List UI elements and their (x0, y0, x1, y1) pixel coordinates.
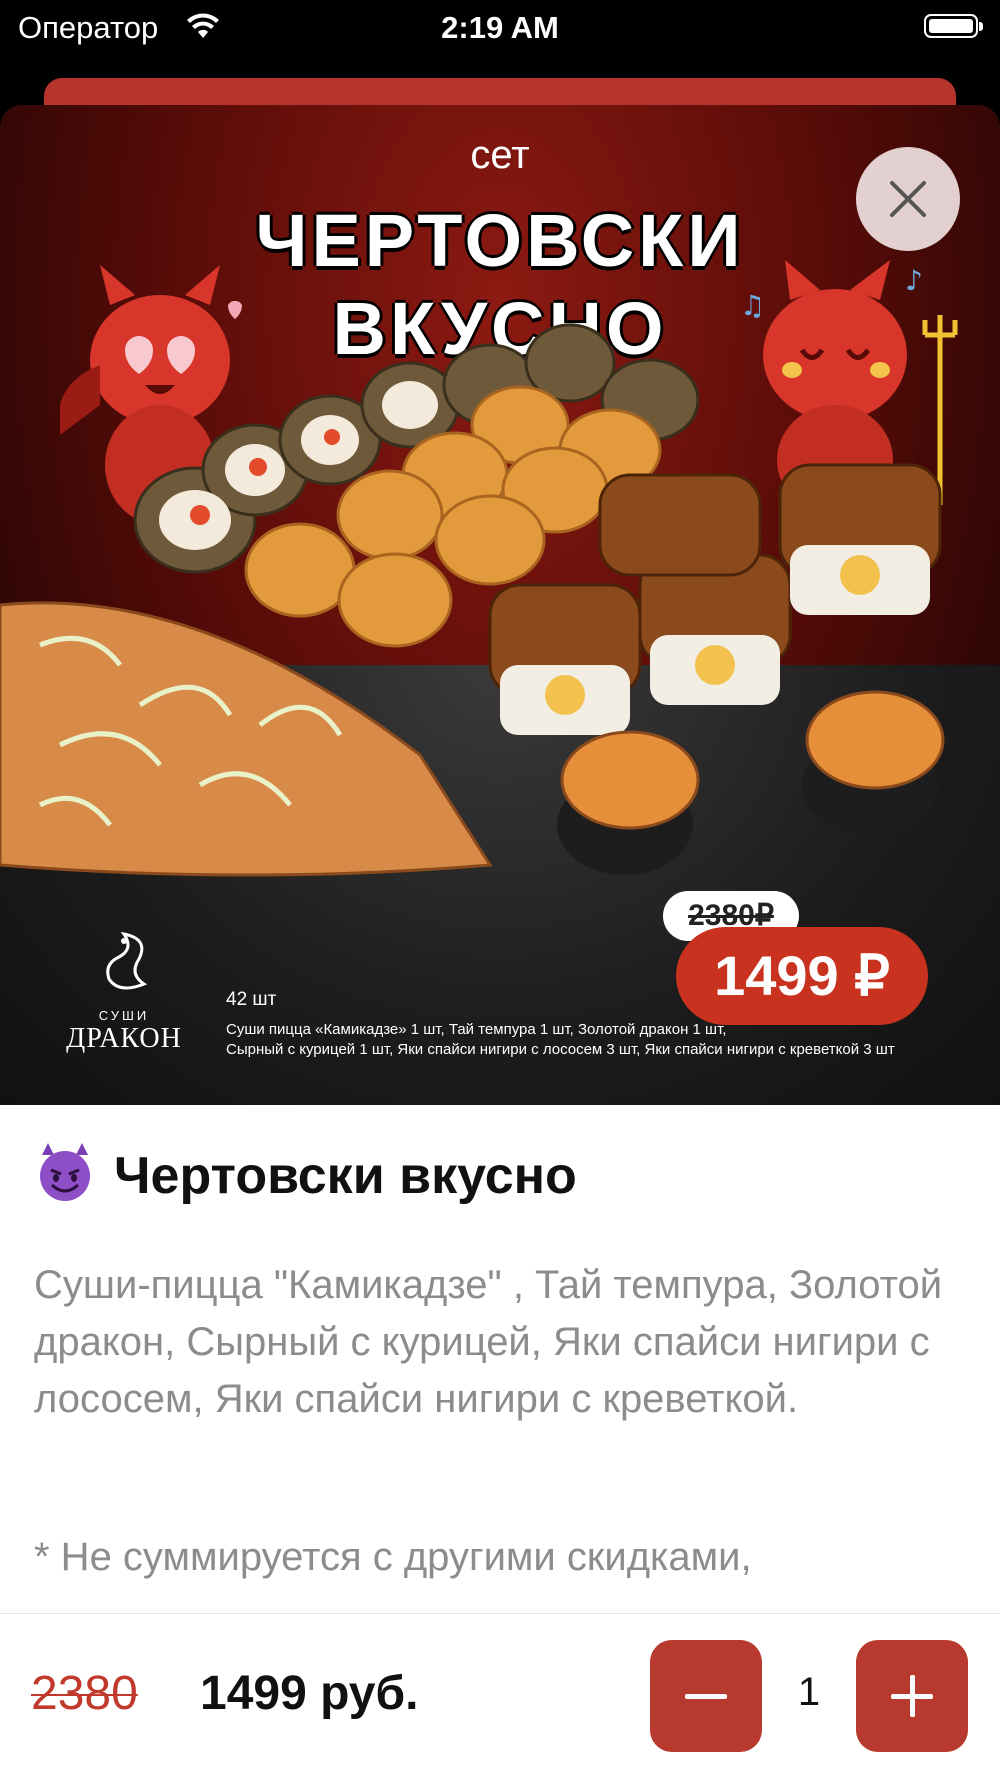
brand-logo: СУШИ ДРАКОН (56, 929, 192, 1055)
product-image: сет Чертовски вкусно ♪ ♫ (0, 105, 1000, 1105)
image-composition: Суши пицца «Камикадзе» 1 шт, Тай темпура… (226, 1020, 946, 1060)
close-icon (890, 181, 926, 217)
brand-small-text: СУШИ (98, 1008, 150, 1023)
product-details: Чертовски вкусно Суши-пицца "Камикадзе" … (0, 1105, 1000, 1614)
image-price-badge: 1499 ₽ (676, 927, 928, 1025)
product-title: Чертовски вкусно (34, 1141, 577, 1206)
status-bar: Оператор 2:19 AM (0, 0, 1000, 56)
product-title-text: Чертовски вкусно (114, 1147, 577, 1205)
product-description: Суши-пицца "Камикадзе" , Тай темпура, Зо… (34, 1263, 943, 1421)
clock: 2:19 AM (441, 10, 559, 45)
close-button[interactable] (856, 147, 960, 251)
smiling-devil-icon (40, 1143, 90, 1201)
pieces-count: 42 шт (226, 989, 277, 1010)
composition-line-1: Суши пицца «Камикадзе» 1 шт, Тай темпура… (226, 1021, 727, 1038)
old-price: 2380 (31, 1667, 138, 1720)
composition-line-2: Сырный с курицей 1 шт, Яки спайси нигири… (226, 1041, 895, 1058)
increase-quantity-button[interactable] (856, 1640, 968, 1752)
minus-icon (685, 1694, 727, 1699)
battery-icon (924, 14, 983, 38)
purchase-bar: 2380 1499 руб. 1 (0, 1613, 1000, 1779)
product-note: * Не суммируется с другими скидками, (34, 1535, 752, 1579)
quantity-value: 1 (797, 1670, 821, 1714)
brand-name: ДРАКОН (66, 1023, 182, 1054)
dragon-logo-icon (106, 931, 148, 990)
current-price: 1499 руб. (200, 1667, 419, 1720)
decrease-quantity-button[interactable] (650, 1640, 762, 1752)
